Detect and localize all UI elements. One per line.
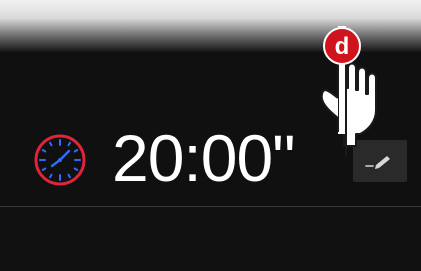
annotation-badge-letter: d [335, 33, 350, 60]
timer-value: 20:00" [112, 121, 296, 195]
timer-screen: 20:00" d [0, 0, 421, 271]
bottom-area [0, 207, 421, 271]
clock-icon [34, 134, 86, 186]
pointing-hand-icon: d [320, 26, 377, 156]
